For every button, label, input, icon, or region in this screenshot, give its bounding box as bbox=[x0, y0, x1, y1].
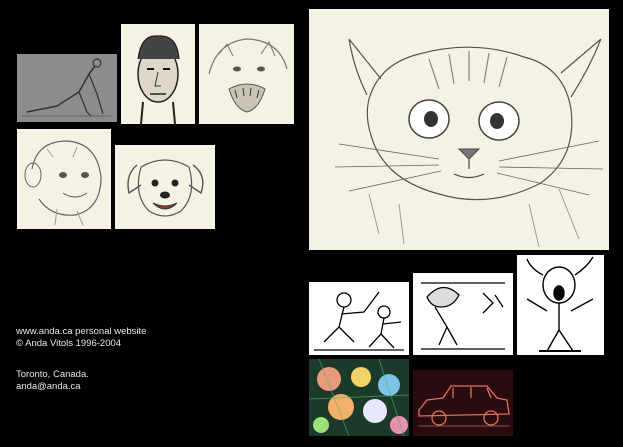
contact-info: Toronto, Canada. anda@anda.ca bbox=[16, 369, 89, 393]
site-info: www.anda.ca personal website © Anda Vito… bbox=[16, 326, 146, 350]
location-line: Toronto, Canada. bbox=[16, 369, 89, 380]
screaming-figure-cartoon-icon bbox=[526, 256, 594, 352]
flowers-painting-icon bbox=[309, 359, 409, 436]
site-name-line: www.anda.ca personal website bbox=[16, 326, 147, 337]
thumbnail-screaming-figure[interactable] bbox=[517, 255, 604, 355]
thumbnail-yoga-figure[interactable] bbox=[17, 54, 117, 122]
vintage-car-painting-icon bbox=[418, 385, 510, 427]
email-link[interactable]: anda@anda.ca bbox=[16, 381, 81, 392]
thumbnail-flowers-painting[interactable] bbox=[309, 359, 409, 436]
robot-cartoon-icon bbox=[421, 282, 505, 350]
hockey-players-cartoon-icon bbox=[314, 291, 404, 351]
thumbnail-car-painting[interactable] bbox=[413, 370, 513, 436]
yoga-figure-sketch-icon bbox=[22, 58, 112, 117]
thumbnail-puppy[interactable] bbox=[115, 145, 215, 229]
copyright-line: © Anda Vitols 1996-2004 bbox=[16, 338, 122, 349]
man-portrait-sketch-icon bbox=[137, 35, 180, 124]
snarling-cougar-sketch-icon bbox=[208, 38, 288, 113]
puppy-sketch-icon bbox=[127, 159, 204, 217]
thumbnail-hockey-cartoon[interactable] bbox=[309, 282, 409, 355]
thumbnail-monkey[interactable] bbox=[17, 129, 111, 229]
kitten-sketch-large[interactable] bbox=[309, 9, 609, 250]
thumbnail-cougar[interactable] bbox=[199, 24, 294, 124]
thumbnail-man-portrait[interactable] bbox=[121, 24, 195, 124]
monkey-sketch-icon bbox=[24, 140, 102, 226]
kitten-sketch-icon bbox=[334, 38, 604, 248]
thumbnail-robot-cartoon[interactable] bbox=[413, 273, 513, 355]
